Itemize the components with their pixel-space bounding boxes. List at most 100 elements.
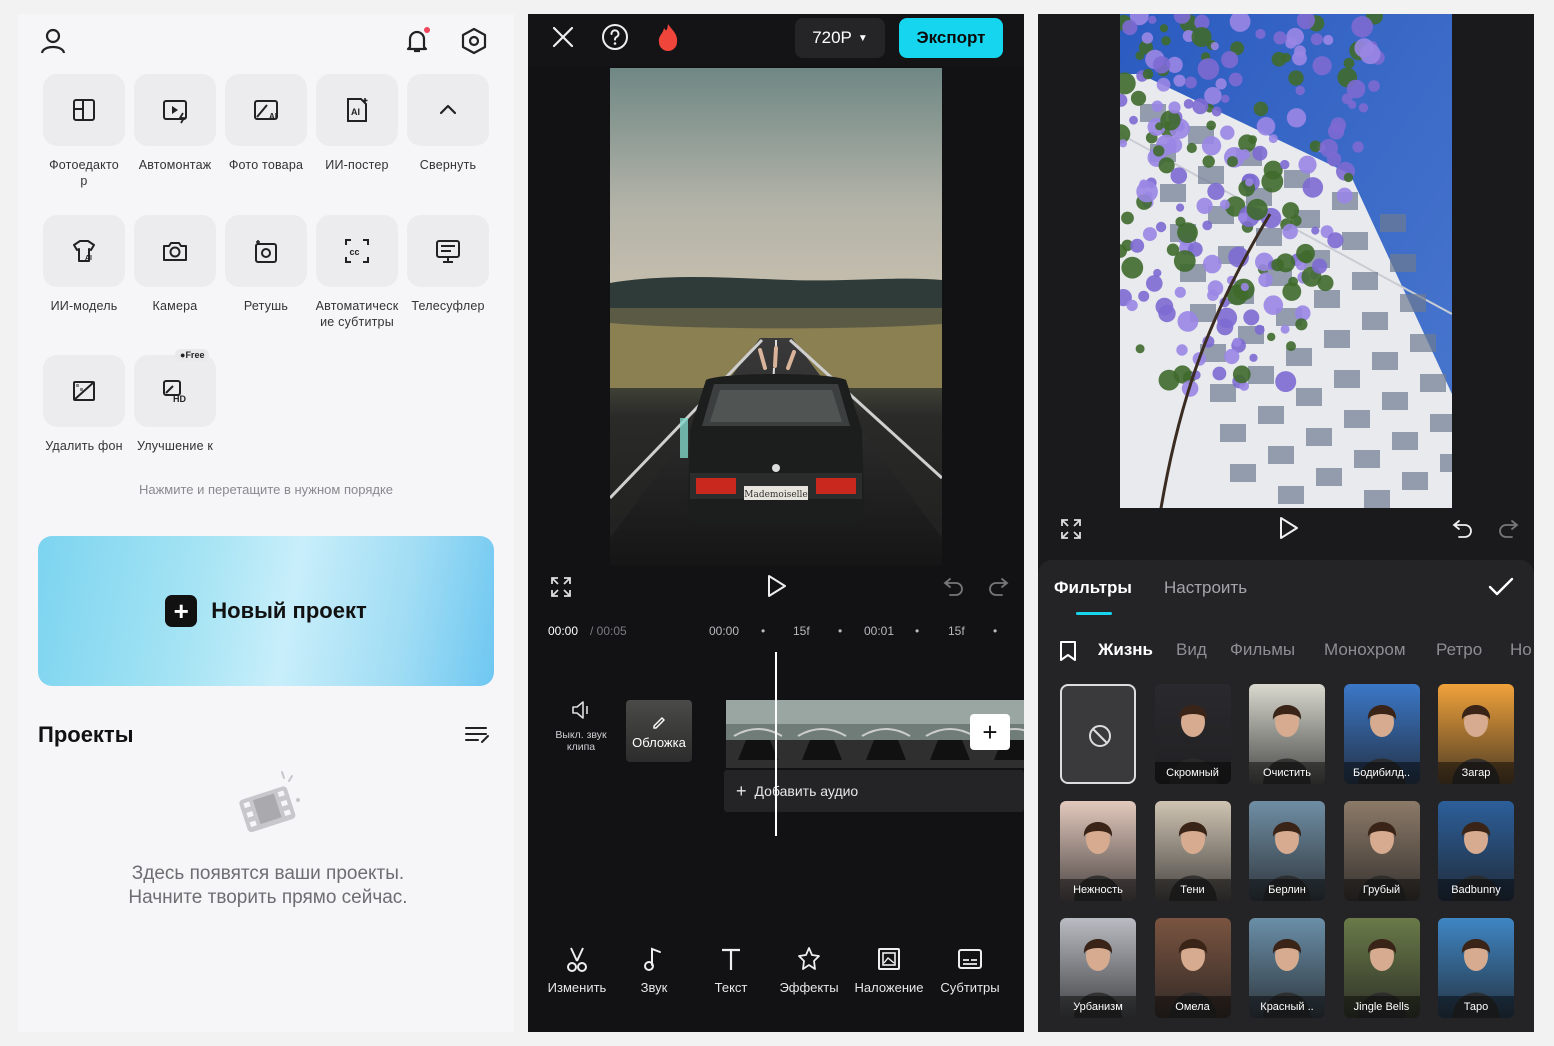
tool-chevron-up[interactable]: Свернуть bbox=[402, 74, 494, 173]
play-icon[interactable] bbox=[764, 573, 788, 599]
tool-auto-captions[interactable]: cc Автоматическ ие субтитры bbox=[311, 215, 403, 330]
svg-text:AI: AI bbox=[269, 112, 277, 121]
settings-icon[interactable] bbox=[459, 26, 489, 56]
play-icon[interactable] bbox=[1276, 515, 1300, 541]
tool-camera[interactable]: Камера bbox=[129, 215, 221, 314]
filter-item[interactable]: Тени bbox=[1154, 801, 1231, 901]
undo-icon[interactable] bbox=[942, 574, 966, 598]
film-empty-icon bbox=[239, 771, 300, 833]
tool-product-photo[interactable]: AI Фото товара bbox=[220, 74, 312, 173]
flame-icon[interactable] bbox=[654, 22, 682, 52]
tool-photo-editor[interactable]: Фотоедакто р bbox=[38, 74, 130, 189]
camera-icon bbox=[163, 242, 187, 261]
filter-category[interactable]: Ретро bbox=[1436, 640, 1482, 660]
filter-item[interactable]: Jingle Bells bbox=[1343, 918, 1420, 1018]
fullscreen-icon[interactable] bbox=[1060, 518, 1082, 540]
automontage-icon bbox=[163, 100, 187, 124]
filter-item[interactable]: Красный .. bbox=[1249, 918, 1325, 1018]
editor-tab-overlay[interactable]: Наложение bbox=[849, 944, 929, 995]
pencil-icon bbox=[653, 717, 665, 729]
ruler-dot: • bbox=[761, 624, 766, 638]
chevron-up-icon bbox=[439, 104, 457, 115]
filter-item[interactable]: Скромный bbox=[1154, 684, 1231, 784]
filter-item[interactable]: Урбанизм bbox=[1060, 918, 1136, 1018]
free-badge: ●Free bbox=[175, 349, 210, 361]
sort-list-icon[interactable] bbox=[464, 722, 490, 748]
filter-category[interactable]: Фильмы bbox=[1230, 640, 1295, 660]
editor-tab-effects-star[interactable]: Эффекты bbox=[769, 944, 849, 995]
filter-item[interactable]: Бодибилд.. bbox=[1343, 684, 1420, 784]
filter-category[interactable]: Монохром bbox=[1324, 640, 1406, 660]
filter-none[interactable] bbox=[1060, 684, 1136, 784]
help-icon[interactable] bbox=[601, 23, 629, 51]
filter-categories: Жизнь Вид Фильмы Монохром Ретро Но bbox=[1038, 628, 1534, 674]
redo-icon[interactable] bbox=[986, 574, 1010, 598]
tool-teleprompter[interactable]: Телесуфлер bbox=[402, 215, 494, 314]
tool-tile bbox=[134, 215, 216, 287]
mute-clip-button[interactable]: Выкл. звук клипа bbox=[544, 700, 618, 753]
editor-tab-label: Наложение bbox=[854, 980, 924, 995]
drag-hint: Нажмите и перетащите в нужном порядке bbox=[138, 482, 394, 497]
filter-category[interactable]: Жизнь bbox=[1098, 640, 1153, 660]
overlay-icon bbox=[878, 948, 900, 970]
filter-item[interactable]: Badbunny bbox=[1438, 801, 1514, 901]
editor-tab-text[interactable]: Текст bbox=[691, 944, 771, 995]
filter-name: Урбанизм bbox=[1060, 996, 1136, 1018]
filters-panel: Фильтры Настроить Жизнь Вид Фильмы Монохром… bbox=[1038, 14, 1534, 1032]
filter-item[interactable]: Грубый bbox=[1343, 801, 1420, 901]
tool-label: Автоматическ ие субтитры bbox=[315, 299, 399, 329]
profile-icon[interactable] bbox=[38, 26, 68, 56]
bookmark-icon[interactable] bbox=[1058, 640, 1078, 662]
tool-remove-bg[interactable]: Удалить фон bbox=[38, 355, 130, 454]
tool-automontage[interactable]: Автомонтаж bbox=[129, 74, 221, 173]
new-project-button[interactable]: + Новый проект bbox=[38, 536, 494, 686]
tool-hd-enhance[interactable]: ●Free HD Улучшение к bbox=[129, 349, 221, 454]
ruler-dot: • bbox=[915, 624, 920, 638]
editor-tab-music-note[interactable]: Звук bbox=[614, 944, 694, 995]
editor-tab-subtitles[interactable]: Субтитры bbox=[930, 944, 1010, 995]
caret-down-icon: ▼ bbox=[857, 32, 868, 44]
editor-tab-scissors[interactable]: Изменить bbox=[537, 944, 617, 995]
tab-adjust[interactable]: Настроить bbox=[1164, 578, 1247, 598]
cover-button[interactable]: Обложка bbox=[626, 700, 692, 762]
filter-item[interactable]: Омела bbox=[1154, 918, 1231, 1018]
tool-tile bbox=[43, 74, 125, 146]
ruler-label-3: 00:01 bbox=[864, 624, 895, 638]
auto-captions-icon: cc bbox=[345, 239, 369, 263]
filter-item[interactable]: Нежность bbox=[1060, 801, 1136, 901]
ai-model-icon: AI bbox=[73, 240, 95, 262]
tool-label: Удалить фон bbox=[45, 439, 123, 453]
resolution-select[interactable]: 720P ▼ bbox=[795, 18, 885, 58]
filter-name: Нежность bbox=[1060, 879, 1136, 901]
tool-ai-model[interactable]: AI ИИ-модель bbox=[38, 215, 130, 314]
add-audio-button[interactable]: + Добавить аудио bbox=[724, 770, 1024, 812]
car-road-scene: Mademoiselle bbox=[610, 68, 942, 566]
undo-icon[interactable] bbox=[1451, 516, 1475, 540]
checkmark-icon[interactable] bbox=[1488, 576, 1514, 598]
filter-item[interactable]: Очистить bbox=[1249, 684, 1325, 784]
tool-tile: HD bbox=[134, 355, 216, 427]
tab-filters[interactable]: Фильтры bbox=[1054, 578, 1132, 598]
filter-item[interactable]: Загар bbox=[1438, 684, 1514, 784]
close-icon[interactable] bbox=[550, 24, 576, 50]
export-button[interactable]: Экспорт bbox=[899, 18, 1003, 58]
redo-icon[interactable] bbox=[1496, 516, 1520, 540]
tool-tile bbox=[134, 74, 216, 146]
total-time: / 00:05 bbox=[590, 624, 627, 638]
video-preview[interactable]: Mademoiselle bbox=[610, 68, 942, 566]
filter-category[interactable]: Но bbox=[1510, 640, 1532, 660]
playhead[interactable] bbox=[775, 652, 777, 836]
filter-category[interactable]: Вид bbox=[1176, 640, 1207, 660]
add-clip-button[interactable]: + bbox=[970, 714, 1010, 750]
bell-icon[interactable] bbox=[402, 26, 432, 56]
fullscreen-icon[interactable] bbox=[550, 576, 572, 598]
tool-ai-poster[interactable]: AI ИИ-постер bbox=[311, 74, 403, 173]
svg-text:AI: AI bbox=[351, 107, 360, 117]
tool-retouch[interactable]: Ретушь bbox=[220, 215, 312, 314]
filter-item[interactable]: Тарo bbox=[1438, 918, 1514, 1018]
image-preview[interactable] bbox=[1120, 14, 1452, 508]
text-icon bbox=[722, 948, 740, 970]
svg-text:AI: AI bbox=[85, 255, 92, 262]
tab-indicator bbox=[1076, 612, 1112, 615]
filter-item[interactable]: Берлин bbox=[1249, 801, 1325, 901]
